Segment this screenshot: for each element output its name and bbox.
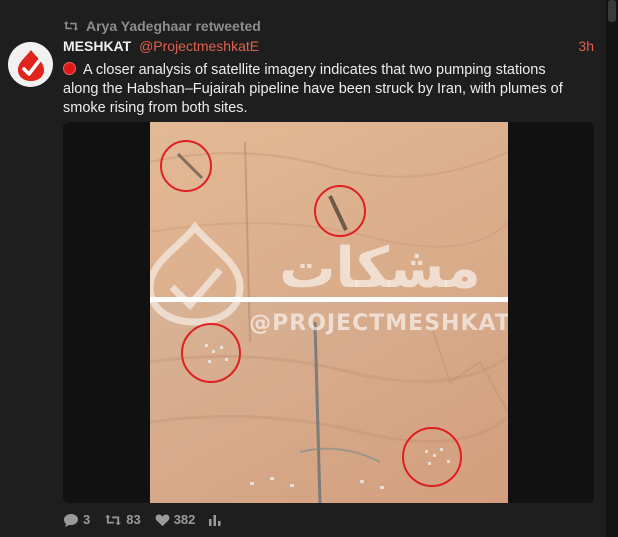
reply-button[interactable]: 3 (63, 512, 90, 527)
retweet-icon (105, 514, 122, 525)
retweet-button[interactable]: 83 (104, 512, 141, 527)
retweet-icon (63, 21, 79, 31)
reply-icon (64, 513, 78, 527)
timestamp[interactable]: 3h (578, 38, 594, 54)
like-button[interactable]: 382 (155, 512, 196, 527)
tweet-text-content: A closer analysis of satellite imagery i… (63, 62, 563, 116)
retweet-count: 83 (126, 512, 141, 527)
satellite-image[interactable]: مشكات @PROJECTMESHKAT (150, 122, 508, 503)
like-count: 382 (173, 512, 196, 527)
avatar[interactable] (8, 42, 53, 87)
media-container[interactable]: مشكات @PROJECTMESHKAT (63, 122, 594, 503)
tweet-text: A closer analysis of satellite imagery i… (63, 61, 585, 118)
bar-chart-icon (209, 514, 221, 526)
meshkat-logo-icon (17, 49, 44, 81)
watermark-handle: @PROJECTMESHKAT (249, 311, 508, 336)
scrollbar-track[interactable] (606, 0, 618, 537)
scrollbar-thumb[interactable] (608, 0, 616, 22)
analytics-button[interactable] (209, 514, 221, 526)
heart-icon (155, 513, 170, 526)
red-circle-emoji (63, 62, 76, 75)
tweet-actions: 3 83 382 (63, 512, 221, 527)
watermark-arabic: مشكات (279, 236, 481, 301)
author-handle[interactable]: @ProjectmeshkatE (139, 38, 259, 54)
author-name[interactable]: MESHKAT (63, 38, 131, 54)
retweet-context: Arya Yadeghaar retweeted (63, 18, 261, 34)
tweet-header: MESHKAT @ProjectmeshkatE 3h (63, 38, 594, 58)
reply-count: 3 (83, 512, 91, 527)
retweeter-label[interactable]: Arya Yadeghaar retweeted (86, 18, 261, 34)
